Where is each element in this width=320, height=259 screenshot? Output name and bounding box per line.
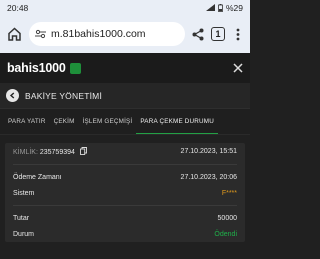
system-row: Sistem F**** — [13, 185, 237, 201]
transaction-card: KİMLİK: 235759394 27.10.2023, 15:51 Ödem… — [5, 143, 245, 242]
tab-deposit[interactable]: PARA YATIR — [4, 109, 50, 134]
tab-withdraw[interactable]: ÇEKİM — [50, 109, 79, 134]
address-bar[interactable]: m.81bahis1000.com — [29, 22, 185, 46]
transaction-id-row: KİMLİK: 235759394 27.10.2023, 15:51 — [13, 143, 237, 160]
close-button[interactable] — [233, 61, 243, 76]
tab-label: İŞLEM GEÇMİŞİ — [82, 118, 133, 125]
browser-menu-button[interactable] — [231, 28, 245, 41]
amount-value: 50000 — [217, 214, 237, 222]
share-icon — [192, 28, 204, 40]
tab-history[interactable]: İŞLEM GEÇMİŞİ — [79, 109, 137, 134]
tab-bar: PARA YATIR ÇEKİM İŞLEM GEÇMİŞİ PARA ÇEKM… — [0, 109, 250, 135]
status-label: Durum — [13, 230, 35, 238]
logo-text: bahis1000 — [7, 61, 66, 75]
home-button[interactable] — [5, 25, 23, 43]
logo-badge-icon — [69, 62, 81, 74]
site-logo[interactable]: bahis1000 — [7, 61, 81, 75]
site-header: bahis1000 — [0, 53, 250, 83]
system-value: F**** — [221, 189, 237, 197]
tab-withdraw-status[interactable]: PARA ÇEKME DURUMU — [136, 109, 218, 134]
tab-label: PARA YATIR — [8, 118, 46, 125]
more-vertical-icon — [236, 28, 240, 40]
status-bar: 20:48 %29 — [0, 0, 250, 15]
home-icon — [7, 27, 21, 41]
battery-icon — [218, 3, 223, 12]
amount-label: Tutar — [13, 214, 30, 222]
browser-toolbar: m.81bahis1000.com 1 — [0, 15, 250, 53]
signal-icon — [205, 4, 215, 11]
page-title: BAKİYE YÖNETİMİ — [25, 90, 103, 101]
id-value: 235759394 — [39, 149, 75, 156]
id-label: KİMLİK: — [13, 149, 38, 156]
divider — [13, 164, 237, 165]
share-button[interactable] — [191, 28, 205, 41]
tab-label: ÇEKİM — [53, 118, 75, 125]
status-icons: %29 — [205, 2, 243, 13]
back-button[interactable] — [6, 89, 19, 102]
amount-row: Tutar 50000 — [13, 210, 237, 226]
divider — [13, 205, 237, 206]
status-row: Durum Ödendi — [13, 226, 237, 242]
system-label: Sistem — [13, 189, 35, 197]
battery-level: %29 — [225, 2, 243, 13]
main-content: KİMLİK: 235759394 27.10.2023, 15:51 Ödem… — [0, 135, 250, 242]
payment-time-row: Ödeme Zamanı 27.10.2023, 20:06 — [13, 169, 237, 185]
status-time: 20:48 — [7, 2, 29, 13]
url-text: m.81bahis1000.com — [51, 28, 146, 40]
tab-switcher-button[interactable]: 1 — [211, 27, 225, 41]
payment-time-value: 27.10.2023, 20:06 — [180, 173, 237, 181]
copy-icon[interactable] — [79, 147, 87, 155]
tab-label: PARA ÇEKME DURUMU — [140, 117, 214, 125]
page-header: BAKİYE YÖNETİMİ — [0, 83, 250, 109]
created-at: 27.10.2023, 15:51 — [180, 148, 237, 155]
payment-time-label: Ödeme Zamanı — [13, 173, 62, 181]
status-badge: Ödendi — [214, 230, 237, 238]
close-icon — [233, 62, 243, 73]
site-info-icon[interactable] — [35, 29, 46, 39]
chevron-left-icon — [9, 92, 15, 99]
transaction-id: KİMLİK: 235759394 — [13, 147, 87, 156]
